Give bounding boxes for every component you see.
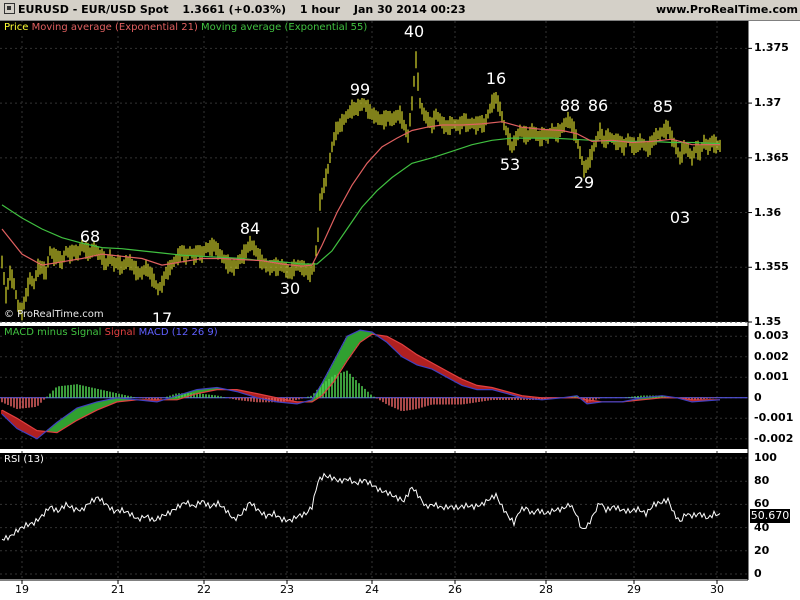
price-annotation: 29 — [573, 172, 595, 192]
rsi-tick-label: 100 — [754, 451, 777, 464]
legend-macd-hist[interactable]: MACD minus Signal — [4, 327, 101, 338]
date-tick-label: 21 — [111, 583, 125, 596]
price-annotation: 84 — [239, 218, 261, 238]
legend-rsi[interactable]: RSI (13) — [2, 454, 46, 465]
price-annotation: 85 — [652, 97, 674, 117]
price-annotation: 30 — [279, 279, 301, 299]
date-tick-label: 28 — [539, 583, 553, 596]
legend-ema55[interactable]: Moving average (Exponential 55) — [201, 22, 367, 33]
legend-signal[interactable]: Signal — [105, 327, 136, 338]
rsi-tick-label: 80 — [754, 474, 770, 488]
rsi-tick-label: 0 — [754, 567, 762, 580]
date-tick-label: 23 — [280, 583, 294, 596]
macd-tick-label: 0.001 — [754, 370, 789, 384]
macd-tick-label: 0.002 — [754, 349, 789, 363]
date-tick-label: 29 — [627, 583, 641, 596]
price-annotation: 88 — [559, 96, 581, 116]
date-tick-label: 30 — [710, 583, 724, 596]
rsi-tick-label: 20 — [754, 543, 770, 557]
legend-price[interactable]: Price — [4, 22, 28, 33]
date-tick-label: 26 — [448, 583, 462, 596]
price-annotation: 03 — [669, 208, 691, 228]
price-annotation: 53 — [499, 155, 521, 175]
rsi-tick-label: 60 — [754, 497, 770, 511]
price-legend: Price Moving average (Exponential 21) Mo… — [2, 22, 370, 33]
macd-tick-label: 0.003 — [754, 329, 789, 343]
price-tick-label: 1.365 — [754, 150, 789, 164]
price-annotation: 86 — [587, 96, 609, 116]
legend-ema21[interactable]: Moving average (Exponential 21) — [32, 22, 198, 33]
date-tick-label: 22 — [197, 583, 211, 596]
price-panel[interactable] — [0, 21, 748, 322]
price-annotation: 17 — [151, 308, 173, 328]
price-annotation: 68 — [79, 226, 101, 246]
price-tick-label: 1.35 — [754, 315, 782, 328]
watermark: © ProRealTime.com — [4, 309, 104, 320]
date-tick-label: 24 — [365, 583, 379, 596]
macd-panel[interactable] — [0, 326, 748, 449]
price-tick-label: 1.36 — [754, 205, 782, 219]
rsi-panel[interactable] — [0, 453, 748, 579]
legend-macd[interactable]: MACD (12 26 9) — [139, 327, 218, 338]
macd-legend: MACD minus Signal Signal MACD (12 26 9) — [2, 327, 220, 338]
chart-canvas[interactable] — [0, 0, 800, 600]
price-tick-label: 1.375 — [754, 41, 789, 55]
rsi-tick-label: 40 — [754, 520, 770, 534]
price-tick-label: 1.355 — [754, 260, 789, 274]
macd-tick-label: 0 — [754, 390, 762, 404]
price-annotation: 40 — [403, 21, 425, 41]
price-annotation: 16 — [485, 69, 507, 88]
macd-tick-label: -0.001 — [754, 411, 794, 425]
macd-tick-label: -0.002 — [754, 431, 794, 445]
price-annotation: 99 — [349, 79, 371, 99]
date-tick-label: 19 — [15, 583, 29, 596]
price-tick-label: 1.37 — [754, 96, 782, 110]
